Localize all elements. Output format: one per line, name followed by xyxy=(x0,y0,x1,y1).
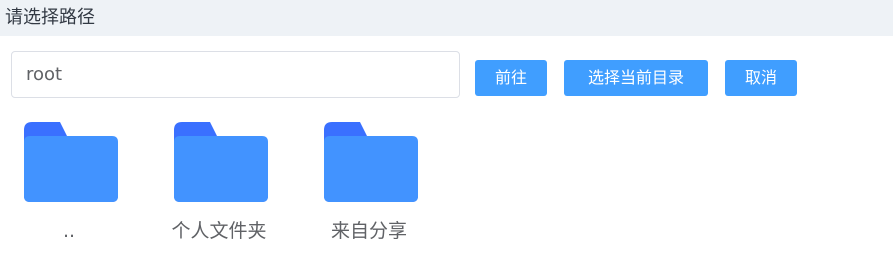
go-button[interactable]: 前往 xyxy=(475,60,547,96)
path-input[interactable] xyxy=(11,51,460,98)
select-current-directory-button[interactable]: 选择当前目录 xyxy=(564,60,708,96)
folder-label: 来自分享 xyxy=(330,220,407,242)
folder-label: 个人文件夹 xyxy=(171,220,267,242)
dialog-title: 请选择路径 xyxy=(5,7,95,28)
folder-item-shared[interactable]: 来自分享 xyxy=(304,118,434,246)
folder-item-parent[interactable]: .. xyxy=(4,118,134,246)
cancel-button[interactable]: 取消 xyxy=(725,60,797,96)
folder-icon xyxy=(174,122,268,202)
folder-icon xyxy=(24,122,118,202)
folder-item-personal[interactable]: 个人文件夹 xyxy=(154,118,284,246)
folder-label: .. xyxy=(62,220,76,242)
dialog-header: 请选择路径 xyxy=(0,0,893,36)
folder-icon xyxy=(324,122,418,202)
